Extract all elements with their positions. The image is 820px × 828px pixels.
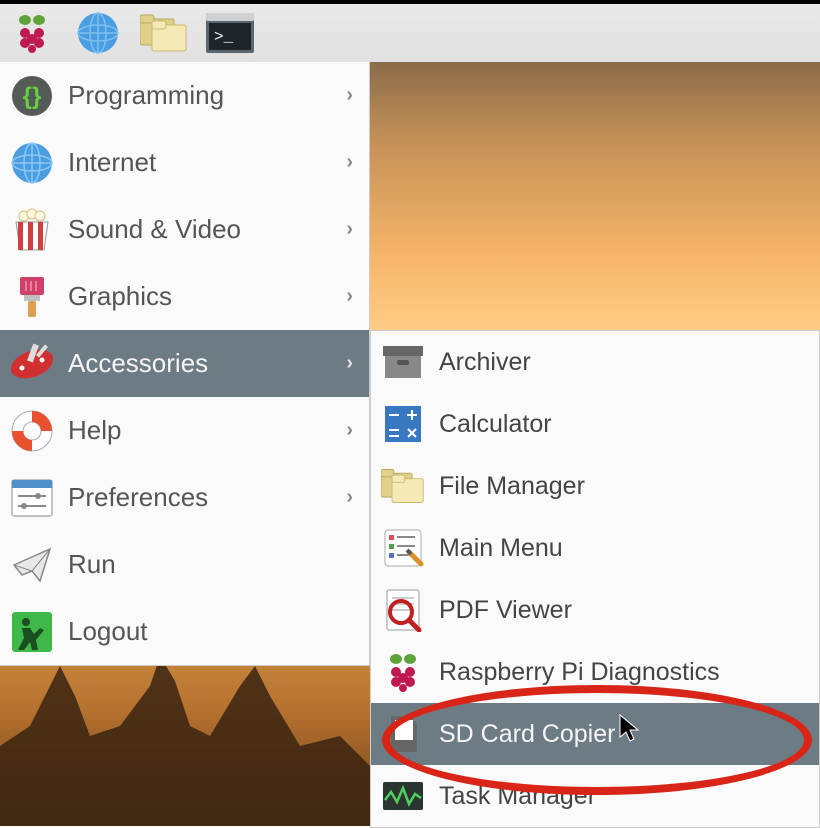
chevron-right-icon: › [346,486,353,509]
submenu-label: PDF Viewer [439,596,572,625]
menu-item-run[interactable]: Run [0,531,369,598]
submenu-item-task-manager[interactable]: Task Manager [371,765,819,827]
code-icon: {} [10,74,54,118]
calculator-icon [381,402,425,446]
menu-label: Internet [68,147,332,178]
svg-text:>_: >_ [214,28,234,46]
menu-item-logout[interactable]: Logout [0,598,369,665]
file-manager-taskbar-icon[interactable] [140,9,188,57]
menu-label: Sound & Video [68,214,332,245]
menu-item-programming[interactable]: {} Programming › [0,62,369,129]
menu-item-internet[interactable]: Internet › [0,129,369,196]
submenu-label: Task Manager [439,782,596,811]
menu-label: Logout [68,616,353,647]
raspberry-icon [381,650,425,694]
menu-item-graphics[interactable]: Graphics › [0,263,369,330]
chevron-right-icon: › [346,151,353,174]
main-menu-icon [381,526,425,570]
svg-text:{}: {} [23,83,42,110]
chevron-right-icon: › [346,352,353,375]
submenu-label: File Manager [439,472,585,501]
menu-label: Help [68,415,332,446]
menu-label: Programming [68,80,332,111]
submenu-item-calculator[interactable]: Calculator [371,393,819,455]
lifebuoy-icon [10,409,54,453]
submenu-item-sd-card-copier[interactable]: SD Card Copier [371,703,819,765]
chevron-right-icon: › [346,84,353,107]
menu-item-help[interactable]: Help › [0,397,369,464]
archive-icon [381,340,425,384]
paper-plane-icon [10,543,54,587]
menu-item-sound-video[interactable]: Sound & Video › [0,196,369,263]
submenu-item-main-menu[interactable]: Main Menu [371,517,819,579]
chevron-right-icon: › [346,218,353,241]
accessories-submenu: Archiver Calculator File Manager Main Me… [370,330,820,828]
menu-label: Accessories [68,348,332,379]
submenu-item-rpi-diagnostics[interactable]: Raspberry Pi Diagnostics [371,641,819,703]
exit-icon [10,610,54,654]
sliders-icon [10,476,54,520]
menu-label: Preferences [68,482,332,513]
submenu-item-pdf-viewer[interactable]: PDF Viewer [371,579,819,641]
chevron-right-icon: › [346,419,353,442]
submenu-label: Main Menu [439,534,563,563]
terminal-taskbar-icon[interactable]: >_ [206,9,254,57]
browser-taskbar-icon[interactable] [74,9,122,57]
submenu-label: Calculator [439,410,552,439]
popcorn-icon [10,208,54,252]
application-menu: {} Programming › Internet › Sound & Vide… [0,62,370,666]
brush-icon [10,275,54,319]
taskbar: >_ [0,0,820,62]
menu-label: Graphics [68,281,332,312]
swiss-knife-icon [10,342,54,386]
chevron-right-icon: › [346,285,353,308]
menu-item-accessories[interactable]: Accessories › [0,330,369,397]
sdcard-icon [381,712,425,756]
submenu-item-file-manager[interactable]: File Manager [371,455,819,517]
menu-label: Run [68,549,353,580]
magnifier-icon [381,588,425,632]
menu-item-preferences[interactable]: Preferences › [0,464,369,531]
submenu-label: Raspberry Pi Diagnostics [439,658,720,687]
task-manager-icon [381,774,425,818]
raspberry-menu-icon[interactable] [8,9,56,57]
submenu-label: Archiver [439,348,531,377]
globe-icon [10,141,54,185]
folders-icon [381,464,425,508]
submenu-label: SD Card Copier [439,720,615,749]
submenu-item-archiver[interactable]: Archiver [371,331,819,393]
